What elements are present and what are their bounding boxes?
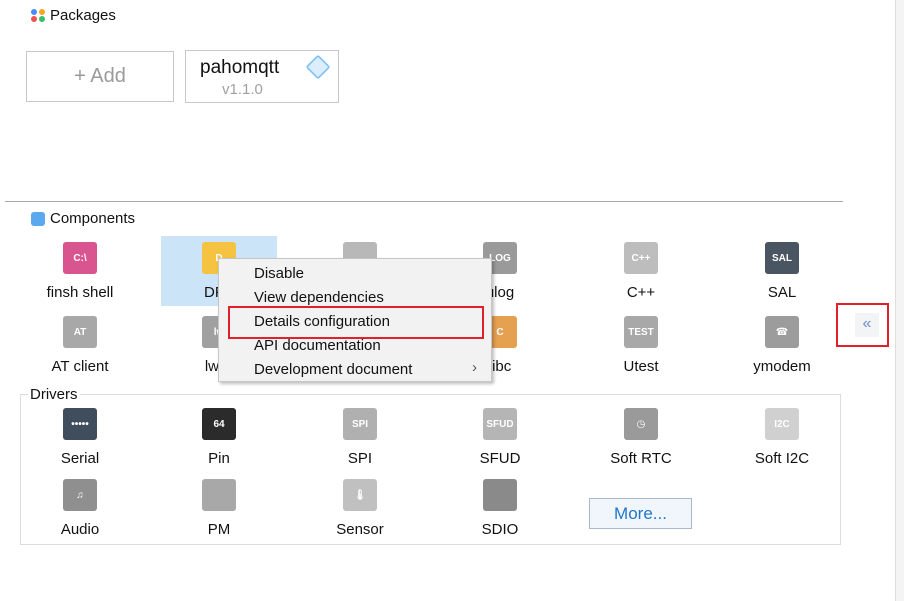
item-label: Sensor — [336, 521, 384, 538]
more-drivers-button[interactable]: More... — [589, 498, 692, 529]
item-label: SPI — [347, 450, 373, 467]
driver-sfud[interactable]: SFUD SFUD — [442, 402, 558, 472]
package-card-pahomqtt[interactable]: pahomqtt v1.1.0 — [185, 50, 339, 103]
cpp-file-icon: C++ — [624, 242, 658, 274]
components-cube-icon — [31, 211, 45, 226]
sfud-chip-icon: SFUD — [483, 408, 517, 440]
item-label: ymodem — [753, 358, 811, 375]
driver-spi[interactable]: SPI SPI — [302, 402, 418, 472]
router-icon: SAL — [765, 242, 799, 274]
sd-card-icon — [483, 479, 517, 511]
drivers-group — [20, 394, 841, 545]
item-label: Utest — [623, 358, 659, 375]
driver-sdio[interactable]: SDIO — [442, 473, 558, 543]
component-c-[interactable]: C++ C++ — [583, 236, 699, 306]
highlight-box-collapse — [836, 303, 889, 347]
terminal-icon: C:\ — [63, 242, 97, 274]
thermometer-icon: 🌡 — [343, 479, 377, 511]
item-label: AT client — [51, 358, 109, 375]
spi-chip-icon: SPI — [343, 408, 377, 440]
menu-item-development-document[interactable]: Development document — [254, 358, 412, 382]
item-label: C++ — [626, 284, 656, 301]
driver-serial[interactable]: ••••• Serial — [22, 402, 138, 472]
item-label: Pin — [208, 450, 230, 467]
drivers-title: Drivers — [28, 386, 80, 403]
item-label: SFUD — [479, 450, 521, 467]
driver-sensor[interactable]: 🌡 Sensor — [302, 473, 418, 543]
package-version: v1.1.0 — [222, 81, 263, 98]
components-title: Components — [31, 210, 135, 227]
item-label: SAL — [767, 284, 797, 301]
package-cube-icon — [305, 54, 331, 80]
component-at-client[interactable]: AT AT client — [22, 310, 138, 380]
packages-title: Packages — [31, 7, 116, 24]
highlight-box — [228, 306, 484, 339]
flask-icon: TEST — [624, 316, 658, 348]
clock-icon: ◷ — [624, 408, 658, 440]
submenu-arrow-icon: › — [472, 359, 477, 376]
serial-port-icon: ••••• — [63, 408, 97, 440]
vertical-scrollbar[interactable] — [895, 0, 904, 601]
at-icon: AT — [63, 316, 97, 348]
components-title-text: Components — [50, 210, 136, 227]
item-label: SDIO — [481, 521, 519, 538]
package-name: pahomqtt — [200, 57, 280, 78]
telephone-icon: ☎ — [765, 316, 799, 348]
i2c-chip-icon: I2C — [765, 408, 799, 440]
item-label: Soft I2C — [754, 450, 810, 467]
component-sal[interactable]: SAL SAL — [724, 236, 840, 306]
chip-icon: 64 — [202, 408, 236, 440]
headphones-icon: ♫ — [63, 479, 97, 511]
driver-soft-i2c[interactable]: I2C Soft I2C — [724, 402, 840, 472]
item-label: Serial — [60, 450, 100, 467]
component-utest[interactable]: TEST Utest — [583, 310, 699, 380]
item-label: Soft RTC — [610, 450, 672, 467]
add-package-button[interactable]: + Add — [26, 51, 174, 102]
packages-title-text: Packages — [50, 7, 116, 24]
item-label: finsh shell — [46, 284, 114, 301]
packages-icon — [31, 8, 45, 23]
menu-item-disable[interactable]: Disable — [254, 262, 304, 286]
item-label: PM — [207, 521, 231, 538]
driver-soft-rtc[interactable]: ◷ Soft RTC — [583, 402, 699, 472]
section-divider — [5, 201, 843, 202]
component-finsh-shell[interactable]: C:\ finsh shell — [22, 236, 138, 306]
component-ymodem[interactable]: ☎ ymodem — [724, 310, 840, 380]
battery-icon — [202, 479, 236, 511]
driver-audio[interactable]: ♫ Audio — [22, 473, 138, 543]
driver-pm[interactable]: PM — [161, 473, 277, 543]
driver-pin[interactable]: 64 Pin — [161, 402, 277, 472]
item-label: Audio — [60, 521, 100, 538]
